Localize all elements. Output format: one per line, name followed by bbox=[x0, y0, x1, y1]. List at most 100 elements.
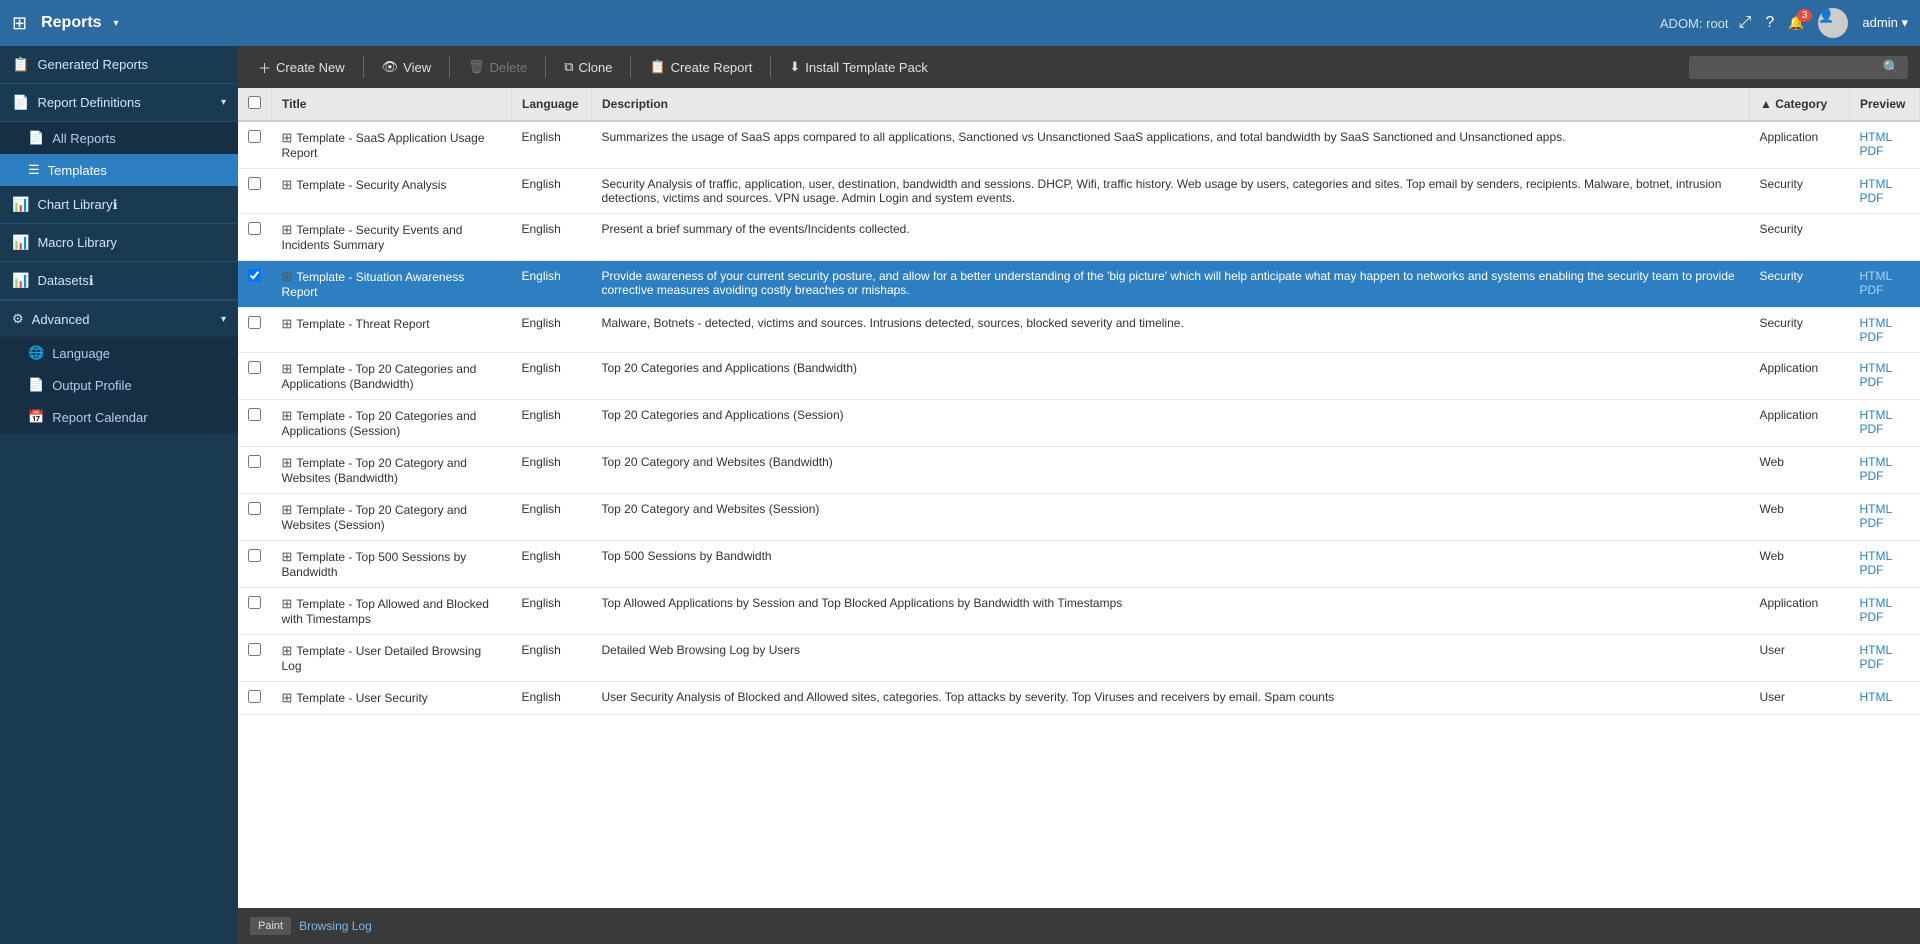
row-checkbox-cell[interactable] bbox=[238, 447, 272, 494]
sidebar-item-generated-reports[interactable]: 📋 Generated Reports bbox=[0, 46, 238, 84]
html-link[interactable]: HTML bbox=[1860, 596, 1910, 610]
row-checkbox-cell[interactable] bbox=[238, 261, 272, 308]
row-checkbox-cell[interactable] bbox=[238, 214, 272, 261]
pdf-link[interactable]: PDF bbox=[1860, 375, 1910, 389]
sidebar-item-templates[interactable]: ☰ Templates bbox=[0, 154, 238, 186]
row-description: Security Analysis of traffic, applicatio… bbox=[592, 169, 1750, 214]
row-checkbox[interactable] bbox=[248, 222, 261, 235]
expand-icon[interactable]: ⤢ bbox=[1739, 14, 1752, 32]
clone-button[interactable]: ⧉ Clone bbox=[556, 54, 620, 80]
grid-icon[interactable]: ⊞ bbox=[12, 13, 27, 34]
row-checkbox-cell[interactable] bbox=[238, 494, 272, 541]
sidebar-item-macro-library[interactable]: 📊 Macro Library bbox=[0, 224, 238, 262]
html-link[interactable]: HTML bbox=[1860, 408, 1910, 422]
html-link[interactable]: HTML bbox=[1860, 502, 1910, 516]
pdf-link[interactable]: PDF bbox=[1860, 330, 1910, 344]
sidebar-item-report-definitions[interactable]: 📄 Report Definitions ▾ bbox=[0, 84, 238, 122]
html-link[interactable]: HTML bbox=[1860, 643, 1910, 657]
pdf-link[interactable]: PDF bbox=[1860, 657, 1910, 671]
row-checkbox-cell[interactable] bbox=[238, 400, 272, 447]
browsing-log-link[interactable]: Browsing Log bbox=[299, 919, 372, 933]
template-icon: ⊞ bbox=[282, 361, 293, 376]
table-row[interactable]: ⊞Template - Threat Report English Malwar… bbox=[238, 308, 1920, 353]
html-link[interactable]: HTML bbox=[1860, 549, 1910, 563]
row-checkbox[interactable] bbox=[248, 361, 261, 374]
row-checkbox-cell[interactable] bbox=[238, 541, 272, 588]
table-row[interactable]: ⊞Template - Top 500 Sessions by Bandwidt… bbox=[238, 541, 1920, 588]
row-checkbox-cell[interactable] bbox=[238, 682, 272, 715]
row-preview: HTML PDF bbox=[1850, 400, 1920, 447]
table-row[interactable]: ⊞Template - Top 20 Categories and Applic… bbox=[238, 353, 1920, 400]
search-box[interactable]: 🔍 bbox=[1689, 56, 1908, 79]
html-link[interactable]: HTML bbox=[1860, 269, 1910, 283]
row-checkbox[interactable] bbox=[248, 177, 261, 190]
row-checkbox-cell[interactable] bbox=[238, 353, 272, 400]
table-row[interactable]: ⊞Template - Top 20 Category and Websites… bbox=[238, 494, 1920, 541]
create-new-button[interactable]: ＋ Create New bbox=[250, 53, 353, 82]
pdf-link[interactable]: PDF bbox=[1860, 422, 1910, 436]
row-category: User bbox=[1750, 682, 1850, 715]
html-link[interactable]: HTML bbox=[1860, 361, 1910, 375]
notification-bell[interactable]: 🔔 3 bbox=[1788, 15, 1804, 31]
table-row[interactable]: ⊞Template - Security Analysis English Se… bbox=[238, 169, 1920, 214]
row-checkbox[interactable] bbox=[248, 596, 261, 609]
sidebar-item-output-profile[interactable]: 📄 Output Profile bbox=[0, 369, 238, 401]
row-checkbox-cell[interactable] bbox=[238, 588, 272, 635]
sidebar-item-report-calendar[interactable]: 📅 Report Calendar bbox=[0, 401, 238, 433]
paint-button[interactable]: Paint bbox=[250, 917, 291, 935]
row-checkbox[interactable] bbox=[248, 455, 261, 468]
row-checkbox[interactable] bbox=[248, 643, 261, 656]
pdf-link[interactable]: PDF bbox=[1860, 283, 1910, 297]
table-row[interactable]: ⊞Template - Security Events and Incident… bbox=[238, 214, 1920, 261]
pdf-link[interactable]: PDF bbox=[1860, 191, 1910, 205]
view-button[interactable]: 👁 View bbox=[374, 54, 439, 80]
app-title-chevron[interactable]: ▾ bbox=[114, 18, 119, 29]
sidebar-item-language[interactable]: 🌐 Language bbox=[0, 337, 238, 369]
sidebar-item-chart-library[interactable]: 📊 Chart Library ℹ bbox=[0, 186, 238, 224]
html-link[interactable]: HTML bbox=[1860, 690, 1910, 704]
help-icon[interactable]: ? bbox=[1765, 14, 1774, 32]
table-row[interactable]: ⊞Template - Top 20 Categories and Applic… bbox=[238, 400, 1920, 447]
create-report-button[interactable]: 📋 Create Report bbox=[641, 54, 760, 80]
search-input[interactable] bbox=[1697, 60, 1877, 75]
table-row[interactable]: ⊞Template - Situation Awareness Report E… bbox=[238, 261, 1920, 308]
pdf-link[interactable]: PDF bbox=[1860, 469, 1910, 483]
table-row[interactable]: ⊞Template - Top 20 Category and Websites… bbox=[238, 447, 1920, 494]
html-link[interactable]: HTML bbox=[1860, 130, 1910, 144]
header-checkbox[interactable] bbox=[238, 88, 272, 121]
html-link[interactable]: HTML bbox=[1860, 455, 1910, 469]
row-checkbox[interactable] bbox=[248, 408, 261, 421]
admin-label[interactable]: admin ▾ bbox=[1862, 15, 1908, 31]
row-checkbox[interactable] bbox=[248, 690, 261, 703]
row-checkbox-cell[interactable] bbox=[238, 308, 272, 353]
pdf-link[interactable]: PDF bbox=[1860, 563, 1910, 577]
sidebar-section-advanced[interactable]: ⚙ Advanced ▾ bbox=[0, 300, 238, 337]
html-link[interactable]: HTML bbox=[1860, 316, 1910, 330]
row-checkbox[interactable] bbox=[248, 269, 261, 282]
table-row[interactable]: ⊞Template - Top Allowed and Blocked with… bbox=[238, 588, 1920, 635]
table-row[interactable]: ⊞Template - SaaS Application Usage Repor… bbox=[238, 121, 1920, 169]
row-checkbox[interactable] bbox=[248, 549, 261, 562]
row-checkbox[interactable] bbox=[248, 130, 261, 143]
row-checkbox-cell[interactable] bbox=[238, 635, 272, 682]
sidebar-item-all-reports[interactable]: 📄 All Reports bbox=[0, 122, 238, 154]
table-row[interactable]: ⊞Template - User Security English User S… bbox=[238, 682, 1920, 715]
row-checkbox-cell[interactable] bbox=[238, 169, 272, 214]
header-category[interactable]: ▲ Category bbox=[1750, 88, 1850, 121]
row-checkbox[interactable] bbox=[248, 316, 261, 329]
sidebar-item-datasets[interactable]: 📊 Datasets ℹ bbox=[0, 262, 238, 300]
install-template-pack-button[interactable]: ⬇ Install Template Pack bbox=[781, 54, 936, 80]
app-title[interactable]: Reports bbox=[41, 14, 101, 32]
row-language: English bbox=[512, 494, 592, 541]
pdf-link[interactable]: PDF bbox=[1860, 144, 1910, 158]
pdf-link[interactable]: PDF bbox=[1860, 610, 1910, 624]
pdf-link[interactable]: PDF bbox=[1860, 516, 1910, 530]
advanced-icon: ⚙ bbox=[12, 311, 24, 327]
select-all-checkbox[interactable] bbox=[248, 96, 261, 109]
row-checkbox-cell[interactable] bbox=[238, 121, 272, 169]
delete-button[interactable]: 🗑 Delete bbox=[460, 54, 535, 80]
table-row[interactable]: ⊞Template - User Detailed Browsing Log E… bbox=[238, 635, 1920, 682]
avatar[interactable]: 👤 bbox=[1818, 8, 1848, 38]
html-link[interactable]: HTML bbox=[1860, 177, 1910, 191]
row-checkbox[interactable] bbox=[248, 502, 261, 515]
